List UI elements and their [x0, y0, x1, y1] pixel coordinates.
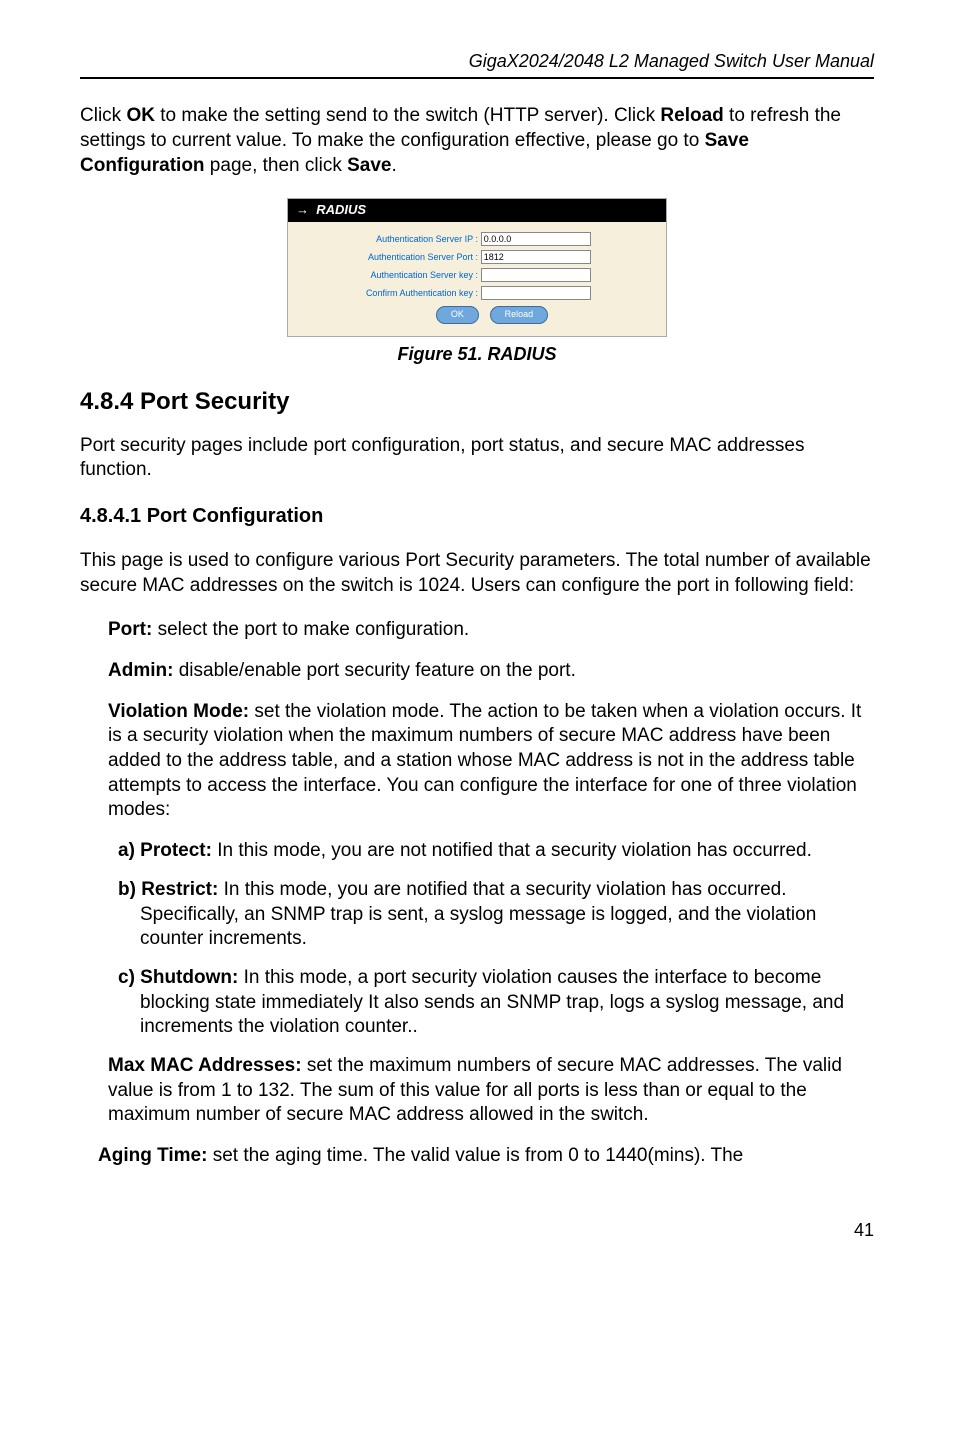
auth-ip-label: Authentication Server IP :: [333, 234, 478, 246]
admin-label: Admin:: [108, 660, 173, 681]
intro-text-1: Click: [80, 105, 126, 126]
protect-text: In this mode, you are not notified that …: [212, 840, 812, 861]
ok-bold: OK: [126, 105, 155, 126]
shutdown-text: In this mode, a port security violation …: [140, 967, 844, 1037]
intro-text-5: .: [392, 155, 397, 176]
ok-button[interactable]: OK: [436, 306, 479, 324]
reload-bold: Reload: [660, 105, 723, 126]
radius-row-confirm: Confirm Authentication key :: [333, 286, 651, 300]
auth-key-input[interactable]: [481, 268, 591, 282]
section-paragraph: Port security pages include port configu…: [80, 434, 874, 483]
restrict-text: In this mode, you are notified that a se…: [140, 879, 816, 949]
intro-text-4: page, then click: [205, 155, 348, 176]
restrict-prefix: b) Restrict:: [118, 879, 218, 900]
page-header: GigaX2024/2048 L2 Managed Switch User Ma…: [80, 50, 874, 79]
shutdown-prefix: c) Shutdown:: [118, 967, 238, 988]
auth-port-label: Authentication Server Port :: [333, 252, 478, 264]
intro-paragraph: Click OK to make the setting send to the…: [80, 104, 874, 178]
section-heading: 4.8.4 Port Security: [80, 386, 874, 417]
aging-label: Aging Time:: [98, 1145, 207, 1166]
subsection-paragraph: This page is used to configure various P…: [80, 549, 874, 598]
auth-port-input[interactable]: [481, 250, 591, 264]
radius-body: Authentication Server IP : Authenticatio…: [288, 222, 666, 336]
radius-row-port: Authentication Server Port :: [333, 250, 651, 264]
auth-confirm-input[interactable]: [481, 286, 591, 300]
aging-field: Aging Time: set the aging time. The vali…: [98, 1144, 874, 1169]
protect-prefix: a) Protect:: [118, 840, 212, 861]
admin-text: disable/enable port security feature on …: [173, 660, 575, 681]
radius-buttons: OK Reload: [333, 306, 651, 324]
radius-title: → RADIUS: [288, 199, 666, 222]
radius-row-ip: Authentication Server IP :: [333, 232, 651, 246]
maxmac-field: Max MAC Addresses: set the maximum numbe…: [108, 1054, 874, 1128]
shutdown-item: c) Shutdown: In this mode, a port securi…: [118, 966, 874, 1040]
port-field: Port: select the port to make configurat…: [108, 618, 874, 643]
admin-field: Admin: disable/enable port security feat…: [108, 659, 874, 684]
intro-text-2: to make the setting send to the switch (…: [155, 105, 660, 126]
radius-panel: → RADIUS Authentication Server IP : Auth…: [287, 198, 667, 337]
reload-button[interactable]: Reload: [490, 306, 549, 324]
restrict-item: b) Restrict: In this mode, you are notif…: [118, 878, 874, 952]
radius-row-key: Authentication Server key :: [333, 268, 651, 282]
violation-label: Violation Mode:: [108, 701, 249, 722]
port-label: Port:: [108, 619, 152, 640]
page-number: 41: [80, 1219, 874, 1242]
auth-confirm-label: Confirm Authentication key :: [333, 288, 478, 300]
aging-text: set the aging time. The valid value is f…: [207, 1145, 743, 1166]
figure-caption: Figure 51. RADIUS: [80, 343, 874, 366]
subsection-heading: 4.8.4.1 Port Configuration: [80, 503, 874, 529]
auth-key-label: Authentication Server key :: [333, 270, 478, 282]
maxmac-label: Max MAC Addresses:: [108, 1055, 302, 1076]
port-text: select the port to make configuration.: [152, 619, 469, 640]
radius-title-text: RADIUS: [316, 202, 366, 217]
auth-ip-input[interactable]: [481, 232, 591, 246]
figure-container: → RADIUS Authentication Server IP : Auth…: [80, 198, 874, 366]
violation-field: Violation Mode: set the violation mode. …: [108, 700, 874, 823]
save-bold: Save: [347, 155, 391, 176]
protect-item: a) Protect: In this mode, you are not no…: [118, 839, 874, 864]
